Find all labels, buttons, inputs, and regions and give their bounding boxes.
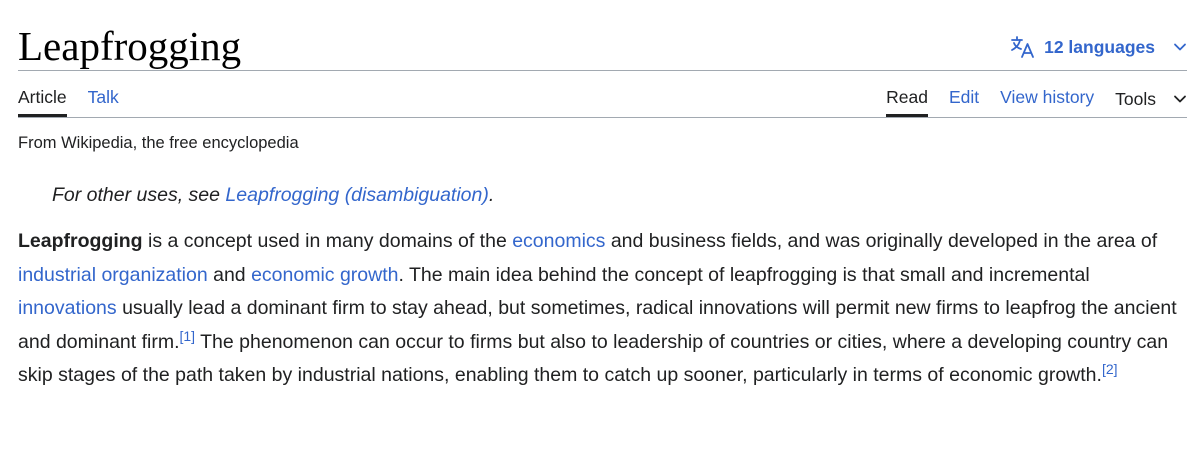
disambiguation-link[interactable]: Leapfrogging (disambiguation): [225, 184, 488, 206]
view-tabs: Read Edit View history Tools: [886, 80, 1187, 118]
languages-button[interactable]: 12 languages: [1010, 33, 1187, 61]
tab-view-history[interactable]: View history: [1000, 80, 1094, 117]
reference-link-1[interactable]: [1]: [180, 328, 196, 344]
paragraph-text: and: [207, 263, 252, 286]
tools-menu-button[interactable]: Tools: [1115, 80, 1187, 117]
paragraph-text: . The main idea behind the concept of le…: [398, 263, 1090, 286]
tab-edit[interactable]: Edit: [949, 80, 979, 117]
paragraph-text: and business fields, and was originally …: [605, 230, 1158, 252]
hatnote: For other uses, see Leapfrogging (disamb…: [52, 182, 494, 208]
bold-term: Leapfrogging: [18, 230, 143, 252]
chevron-down-icon: [1174, 43, 1186, 51]
tab-read[interactable]: Read: [886, 80, 928, 117]
hatnote-prefix: For other uses, see: [52, 184, 226, 206]
site-tagline: From Wikipedia, the free encyclopedia: [18, 134, 299, 152]
link-economic-growth[interactable]: economic growth: [251, 264, 398, 286]
translate-icon: [1011, 36, 1035, 58]
link-economics[interactable]: economics: [512, 230, 605, 252]
lead-paragraph: Leapfrogging is a concept used in many d…: [18, 225, 1188, 393]
reference-link-2[interactable]: [2]: [1102, 361, 1118, 377]
paragraph-text: is a concept used in many domains of the: [142, 230, 513, 252]
languages-label: 12 languages: [1044, 36, 1155, 57]
namespace-tabs: Article Talk: [18, 80, 119, 118]
chevron-down-icon: [1174, 95, 1186, 102]
link-industrial-organization[interactable]: industrial organization: [18, 264, 208, 286]
link-innovations[interactable]: innovations: [18, 297, 117, 319]
tab-talk[interactable]: Talk: [88, 80, 119, 117]
tab-article[interactable]: Article: [18, 80, 67, 117]
hatnote-suffix: .: [488, 184, 495, 206]
title-divider: [18, 70, 1187, 71]
tools-label: Tools: [1115, 88, 1156, 109]
tabs-divider: [18, 117, 1187, 118]
page-title: Leapfrogging: [18, 23, 242, 69]
